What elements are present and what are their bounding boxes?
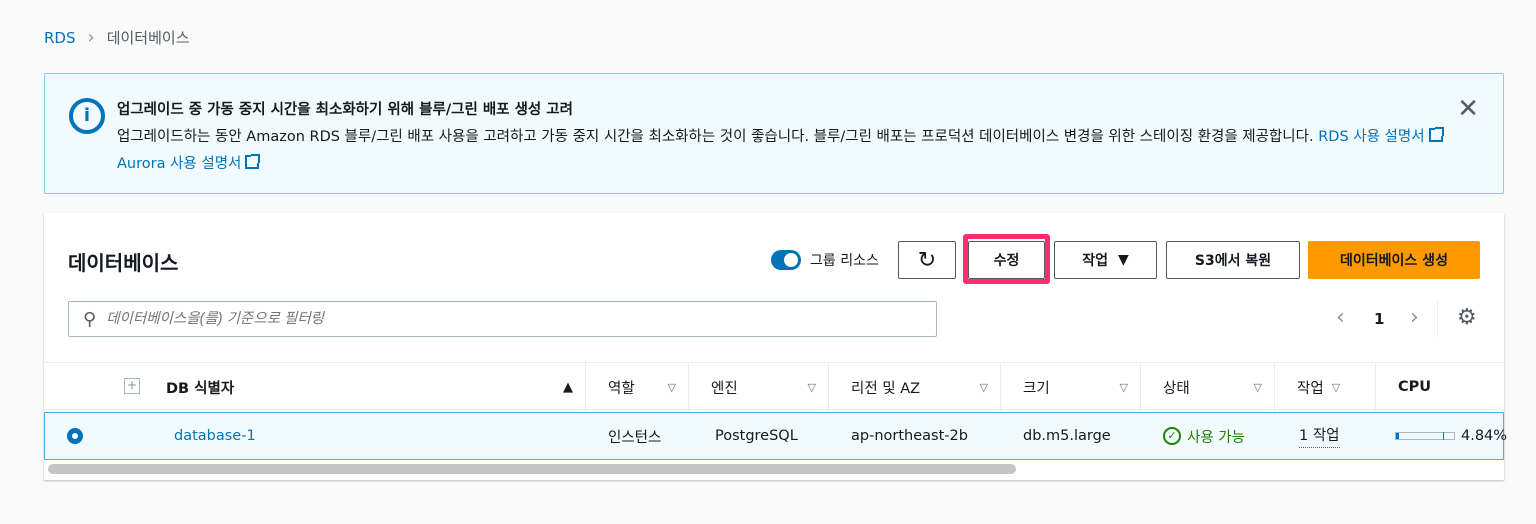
col-role[interactable]: 역할 ▽ xyxy=(585,363,688,411)
sort-asc-icon: ▲ xyxy=(563,379,573,395)
info-alert: i 업그레이드 중 가동 중지 시간을 최소화하기 위해 블루/그린 배포 생성… xyxy=(44,73,1504,194)
region: ap-northeast-2b xyxy=(851,428,968,444)
col-engine[interactable]: 엔진 ▽ xyxy=(688,363,828,411)
search-input[interactable] xyxy=(106,311,907,327)
db-identifier-link[interactable]: database-1 xyxy=(174,428,256,444)
group-resources-toggle[interactable] xyxy=(771,250,801,270)
table-row[interactable]: database-1 인스턴스 PostgreSQL ap-northeast-… xyxy=(44,412,1507,460)
refresh-icon: ↻ xyxy=(917,247,937,273)
cpu-value: 4.84% xyxy=(1461,428,1508,444)
sort-icon: ▽ xyxy=(807,380,816,394)
col-status[interactable]: 상태 ▽ xyxy=(1140,363,1274,411)
cpu-bar xyxy=(1395,432,1455,440)
alert-body: 업그레이드하는 동안 Amazon RDS 블루/그린 배포 사용을 고려하고 … xyxy=(117,124,1447,178)
group-resources-label: 그룹 리소스 xyxy=(810,253,879,269)
col-label: CPU xyxy=(1398,379,1432,395)
cpu-bar-fill xyxy=(1396,433,1399,439)
col-label: 작업 xyxy=(1297,380,1324,397)
horizontal-scrollbar[interactable] xyxy=(48,464,1016,474)
col-region[interactable]: 리전 및 AZ ▽ xyxy=(828,363,1000,411)
highlight-box xyxy=(963,234,1050,284)
restore-from-s3-button[interactable]: S3에서 복원 xyxy=(1166,241,1300,279)
databases-panel: 데이터베이스 그룹 리소스 ↻ 수정 작업 ▼ S3에서 복원 데이터베이스 생성… xyxy=(44,213,1507,480)
divider xyxy=(1437,301,1438,337)
col-label: DB 식별자 xyxy=(166,380,235,397)
caret-down-icon: ▼ xyxy=(1117,252,1129,268)
search-icon: ⚲ xyxy=(83,308,97,330)
create-database-button[interactable]: 데이터베이스 생성 xyxy=(1308,241,1480,279)
expand-all-icon[interactable]: + xyxy=(124,378,140,394)
external-link-icon xyxy=(245,154,261,169)
close-icon[interactable]: ✕ xyxy=(1457,94,1479,124)
sort-icon: ▽ xyxy=(979,380,988,394)
status-text: 사용 가능 xyxy=(1187,429,1245,446)
actions-label: 작업 xyxy=(1082,253,1108,269)
status: ✓ 사용 가능 xyxy=(1141,413,1245,459)
sort-icon: ▽ xyxy=(1331,380,1341,394)
cpu-threshold xyxy=(1443,432,1444,440)
col-label: 상태 xyxy=(1163,380,1190,397)
col-cpu[interactable]: CPU xyxy=(1375,363,1504,411)
col-actions[interactable]: 작업 ▽ xyxy=(1274,363,1375,411)
page-number[interactable]: 1 xyxy=(1374,310,1384,328)
sort-icon: ▽ xyxy=(667,380,676,394)
panel-title: 데이터베이스 xyxy=(68,251,179,275)
gear-icon[interactable]: ⚙ xyxy=(1457,305,1477,330)
prev-page-icon[interactable]: ‹ xyxy=(1336,305,1345,330)
chevron-right-icon: › xyxy=(87,27,95,48)
refresh-button[interactable]: ↻ xyxy=(898,241,956,279)
cpu: 4.84% xyxy=(1373,413,1507,459)
rds-guide-link[interactable]: RDS 사용 설명서 xyxy=(1318,129,1424,145)
breadcrumb-current: 데이터베이스 xyxy=(106,29,190,47)
col-label: 크기 xyxy=(1023,380,1050,397)
aurora-guide-link[interactable]: Aurora 사용 설명서 xyxy=(117,156,241,172)
external-link-icon xyxy=(1428,127,1444,142)
breadcrumb: RDS › 데이터베이스 xyxy=(44,27,190,48)
alert-title: 업그레이드 중 가동 중지 시간을 최소화하기 위해 블루/그린 배포 생성 고… xyxy=(117,102,573,118)
col-label: 리전 및 AZ xyxy=(851,380,921,397)
col-label: 엔진 xyxy=(711,380,738,397)
sort-icon: ▽ xyxy=(1119,380,1128,394)
engine: PostgreSQL xyxy=(715,428,798,444)
pending-actions[interactable]: 1 작업 xyxy=(1299,424,1340,448)
col-label: 역할 xyxy=(608,380,635,397)
role: 인스턴스 xyxy=(608,429,662,446)
size: db.m5.large xyxy=(1023,428,1111,444)
alert-text: 업그레이드하는 동안 Amazon RDS 블루/그린 배포 사용을 고려하고 … xyxy=(117,129,1314,145)
row-radio[interactable] xyxy=(67,428,83,444)
info-icon: i xyxy=(69,98,105,134)
sort-icon: ▽ xyxy=(1253,380,1262,394)
filter-search[interactable]: ⚲ xyxy=(68,301,937,337)
col-db-identifier[interactable]: DB 식별자 ▲ xyxy=(144,363,585,411)
breadcrumb-rds[interactable]: RDS xyxy=(44,29,76,47)
next-page-icon[interactable]: › xyxy=(1410,305,1419,330)
check-circle-icon: ✓ xyxy=(1163,427,1181,445)
table-header: + DB 식별자 ▲ 역할 ▽ 엔진 ▽ 리전 및 AZ ▽ 크기 ▽ 상태 ▽ 작업 ▽ C… xyxy=(44,362,1504,411)
col-size[interactable]: 크기 ▽ xyxy=(1000,363,1140,411)
actions-button[interactable]: 작업 ▼ xyxy=(1054,241,1157,279)
